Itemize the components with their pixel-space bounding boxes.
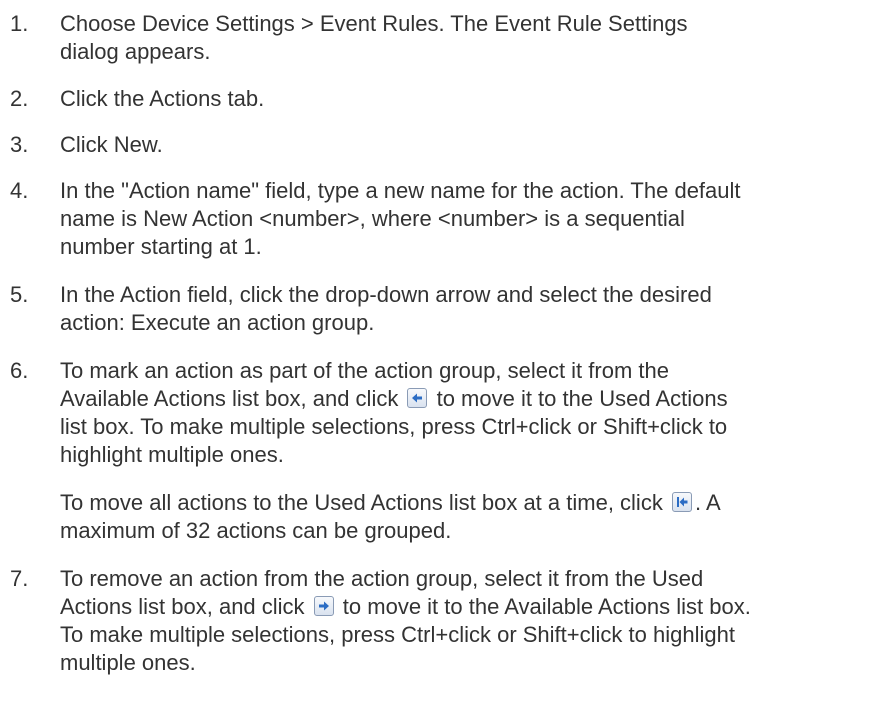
step-text: list box. To make multiple selections, p… — [60, 414, 728, 439]
step-text: number starting at 1. — [60, 234, 262, 259]
move-all-left-icon — [671, 492, 692, 512]
step-text: multiple ones. — [60, 650, 196, 675]
step-text: dialog appears. — [60, 39, 211, 64]
step-text: Choose Device Settings > Event Rules. Th… — [60, 11, 688, 36]
step-text: action: Execute an action group. — [60, 310, 375, 335]
step-text: In the "Action name" field, type a new n… — [60, 178, 741, 203]
step-number: 6. — [10, 358, 29, 383]
step-text: Click New. — [60, 132, 163, 157]
step-text: In the Action field, click the drop-down… — [60, 282, 712, 307]
step-text: To mark an action as part of the action … — [60, 358, 669, 383]
step-number: 1. — [10, 11, 29, 36]
step-text: Click the Actions tab. — [60, 86, 265, 111]
step-text: To remove an action from the action grou… — [60, 566, 704, 591]
step-text: name is New Action <number>, where <numb… — [60, 206, 685, 231]
step-text-with-icon: Actions list box, and click to move it t… — [60, 594, 751, 619]
move-right-arrow-icon — [313, 596, 334, 616]
step-number: 3. — [10, 132, 29, 157]
step-text-with-icon: Available Actions list box, and click to… — [60, 386, 728, 411]
step-text: highlight multiple ones. — [60, 442, 284, 467]
step-number: 4. — [10, 178, 29, 203]
step-number: 5. — [10, 282, 29, 307]
note-text: maximum of 32 actions can be grouped. — [60, 518, 452, 543]
step-number: 7. — [10, 566, 29, 591]
step-text: To make multiple selections, press Ctrl+… — [60, 622, 735, 647]
note-text-with-icon: To move all actions to the Used Actions … — [60, 490, 721, 515]
move-left-arrow-icon — [407, 388, 428, 408]
step-number: 2. — [10, 86, 29, 111]
